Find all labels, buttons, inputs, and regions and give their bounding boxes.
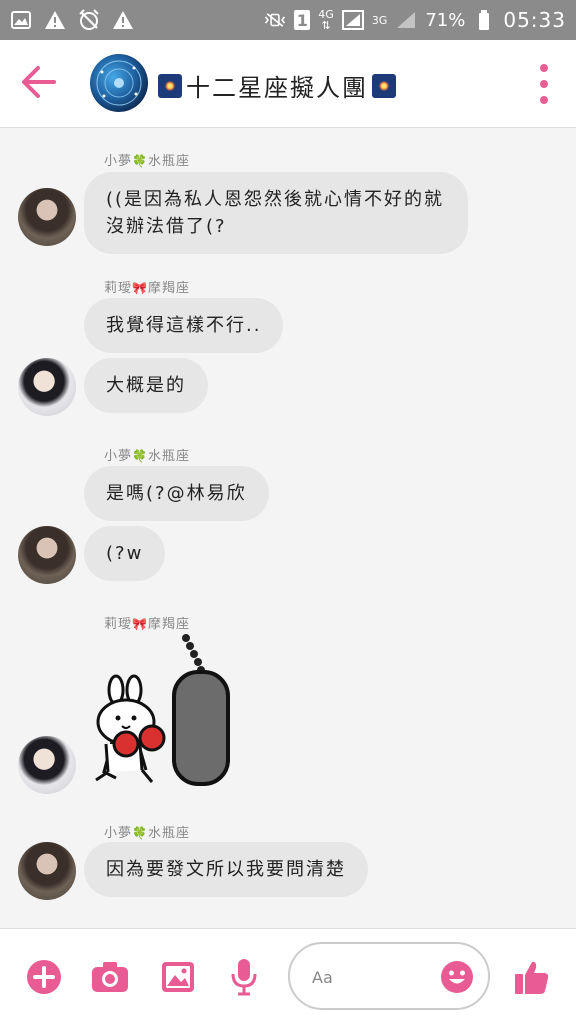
more-vertical-icon-dot: [540, 96, 548, 104]
more-vertical-icon-dot: [540, 80, 548, 88]
battery-icon: [473, 9, 495, 31]
gallery-button[interactable]: [158, 957, 198, 997]
thumbs-up-icon: [515, 961, 549, 994]
message-bubble[interactable]: 因為要發文所以我要問清楚: [84, 842, 368, 897]
sender-sign: 水瓶座: [147, 154, 190, 169]
signal-strength-icon: [341, 9, 364, 31]
rabbit-punching-bag-sticker-icon: [95, 634, 230, 786]
fireworks-emoji-icon: [158, 73, 182, 98]
chat-header: 十二星座擬人團: [0, 40, 576, 128]
avatar[interactable]: [18, 736, 76, 794]
avatar[interactable]: [18, 842, 76, 900]
status-bar: 1 4G ⇅ 3G 71% 05:33: [0, 0, 576, 40]
add-button[interactable]: [24, 957, 64, 997]
image-icon: [162, 962, 194, 992]
voice-button[interactable]: [224, 957, 264, 997]
clover-emoji-icon: 🍀: [132, 154, 148, 168]
arrow-left-icon: [22, 66, 56, 98]
network-3g-label: 3G: [371, 13, 388, 27]
sender-name: 莉璦: [104, 281, 133, 296]
message-bubble[interactable]: 是嗎(?@林易欣: [84, 466, 269, 521]
fireworks-emoji-icon-2: [372, 73, 396, 98]
ribbon-emoji-icon: 🎀: [132, 281, 148, 295]
signal-strength-icon-2: [395, 9, 417, 31]
battery-percent: 71%: [425, 9, 466, 31]
sender-name: 莉璦: [104, 617, 133, 632]
microphone-icon: [231, 959, 257, 996]
clover-emoji-icon: 🍀: [132, 449, 148, 463]
emoji-button[interactable]: [440, 960, 474, 994]
sender-label: 莉璦🎀摩羯座: [104, 277, 190, 296]
alarm-off-icon: [78, 9, 100, 31]
message-input[interactable]: [312, 964, 422, 990]
sender-name: 小夢: [104, 449, 133, 464]
plus-circle-icon: [27, 960, 61, 994]
sender-name: 小夢: [104, 154, 133, 169]
like-button[interactable]: [512, 957, 552, 997]
sender-label: 莉璦🎀摩羯座: [104, 613, 190, 632]
group-avatar[interactable]: [90, 54, 148, 112]
message-bubble[interactable]: ((是因為私人恩怨然後就心情不好的就沒辦法借了(?: [84, 172, 468, 254]
warning-icon-2: [112, 9, 134, 31]
data-arrows-icon: ⇅: [321, 19, 331, 32]
clover-emoji-icon: 🍀: [132, 826, 148, 840]
warning-icon: [44, 9, 66, 31]
sticker-image[interactable]: [86, 632, 246, 792]
avatar[interactable]: [18, 526, 76, 584]
avatar[interactable]: [18, 188, 76, 246]
message-bubble[interactable]: (?w: [84, 526, 166, 581]
chat-title-text: 十二星座擬人團: [186, 74, 368, 102]
vibrate-mute-icon: [264, 9, 286, 31]
sender-sign: 水瓶座: [147, 826, 190, 841]
camera-button[interactable]: [90, 957, 130, 997]
more-vertical-icon-dot: [540, 64, 548, 72]
message-composer[interactable]: [288, 942, 490, 1010]
back-button[interactable]: [18, 62, 58, 102]
sender-sign: 摩羯座: [147, 617, 190, 632]
avatar[interactable]: [18, 358, 76, 416]
sender-sign: 水瓶座: [147, 449, 190, 464]
sim-slot-badge: 1: [294, 10, 311, 30]
sender-sign: 摩羯座: [147, 281, 190, 296]
message-bubble[interactable]: 我覺得這樣不行..: [84, 298, 284, 353]
network-4g-indicator: 4G ⇅: [318, 9, 334, 31]
message-bubble[interactable]: 大概是的: [84, 358, 208, 413]
zodiac-wheel-icon: [96, 60, 142, 106]
more-options-button[interactable]: [534, 64, 554, 104]
gallery-notification-icon: [10, 9, 32, 31]
sender-name: 小夢: [104, 826, 133, 841]
camera-icon: [92, 962, 128, 992]
sender-label: 小夢🍀水瓶座: [104, 150, 190, 169]
clock-time: 05:33: [503, 8, 566, 32]
chat-title[interactable]: 十二星座擬人團: [158, 68, 396, 103]
sender-label: 小夢🍀水瓶座: [104, 822, 190, 841]
ribbon-emoji-icon: 🎀: [132, 617, 148, 631]
smile-icon: [441, 961, 473, 993]
sender-label: 小夢🍀水瓶座: [104, 445, 190, 464]
